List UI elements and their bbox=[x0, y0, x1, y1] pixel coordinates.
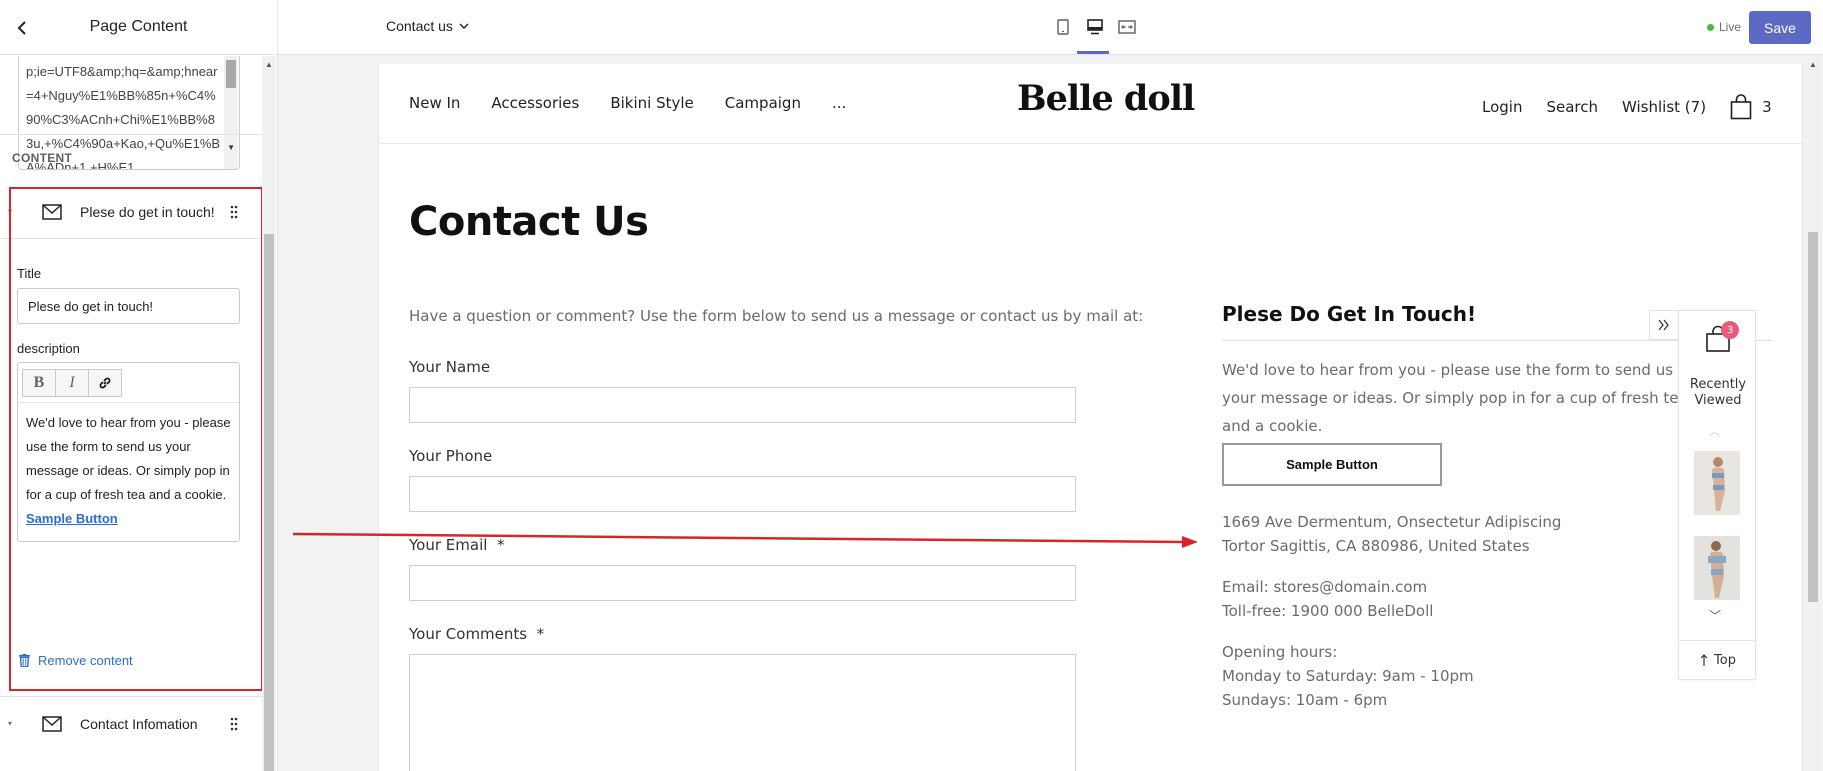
opening-hours-title: Opening hours: bbox=[1222, 643, 1338, 661]
back-to-top-label: Top bbox=[1714, 653, 1736, 668]
sidebar-title: Page Content bbox=[89, 18, 188, 35]
chevron-down-icon[interactable]: ﹀ bbox=[1709, 607, 1721, 624]
opening-hours-sunday: Sundays: 10am - 6pm bbox=[1222, 691, 1388, 709]
recently-viewed-product-thumb[interactable] bbox=[1694, 536, 1740, 600]
drag-handle-icon[interactable] bbox=[230, 717, 238, 731]
content-item-contact-information[interactable]: ▾ Contact Infomation bbox=[0, 696, 262, 750]
phone-field-label: Your Phone bbox=[409, 447, 493, 465]
page-selector-label: Contact us bbox=[386, 18, 453, 34]
recently-viewed-panel: 3 Recently Viewed ︿ ﹀ Top bbox=[1678, 310, 1757, 680]
cart-link[interactable]: 3 bbox=[1730, 94, 1772, 120]
back-button[interactable] bbox=[10, 16, 34, 40]
scroll-up-arrow-icon[interactable]: ▲ bbox=[1809, 60, 1817, 69]
live-status-dot bbox=[1707, 23, 1714, 31]
mail-icon bbox=[42, 715, 62, 732]
content-section-label: CONTENT bbox=[12, 151, 73, 165]
nav-link-accessories[interactable]: Accessories bbox=[491, 94, 579, 112]
sample-button[interactable]: Sample Button bbox=[1222, 443, 1442, 486]
sidebar-scroll-thumb[interactable] bbox=[264, 234, 274, 771]
sidebar-header: Page Content bbox=[0, 0, 277, 55]
page-heading: Contact Us bbox=[409, 199, 649, 245]
get-in-touch-heading: Plese Do Get In Touch! bbox=[1222, 302, 1477, 326]
textarea-scroll-thumb[interactable] bbox=[226, 60, 236, 88]
live-status: Live bbox=[1707, 20, 1741, 34]
opening-hours-weekdays: Monday to Saturday: 9am - 10pm bbox=[1222, 667, 1474, 685]
highlight-annotation-box bbox=[9, 187, 263, 691]
nav-link-new-in[interactable]: New In bbox=[409, 94, 460, 112]
contact-tollfree: Toll-free: 1900 000 BelleDoll bbox=[1222, 602, 1434, 620]
email-field-label: Your Email * bbox=[409, 536, 505, 554]
chevron-down-icon bbox=[459, 23, 469, 29]
brand-logo[interactable]: Belle doll bbox=[1017, 78, 1195, 119]
nav-link-more[interactable]: ... bbox=[832, 94, 846, 112]
product-image bbox=[1694, 451, 1740, 515]
page-selector[interactable]: Contact us bbox=[386, 18, 469, 34]
comments-field-label: Your Comments * bbox=[409, 625, 545, 643]
chevron-up-icon[interactable]: ︿ bbox=[1709, 423, 1720, 439]
mobile-view-icon bbox=[1057, 19, 1069, 35]
search-link[interactable]: Search bbox=[1546, 98, 1598, 116]
active-view-indicator bbox=[1077, 51, 1109, 54]
arrow-up-icon bbox=[1700, 654, 1708, 666]
recently-viewed-collapse-button[interactable] bbox=[1649, 310, 1679, 340]
double-chevron-right-icon bbox=[1658, 319, 1669, 331]
contact-email: Email: stores@domain.com bbox=[1222, 578, 1428, 596]
fullwidth-view-icon bbox=[1118, 20, 1136, 34]
textarea-scroll-down[interactable]: ▼ bbox=[227, 136, 235, 160]
back-to-top-button[interactable]: Top bbox=[1679, 640, 1757, 680]
fullwidth-view-button[interactable] bbox=[1117, 17, 1137, 37]
sidebar-scrollbar[interactable]: ▲ bbox=[262, 56, 276, 771]
store-preview: New In Accessories Bikini Style Campaign… bbox=[378, 64, 1803, 771]
name-input[interactable] bbox=[409, 387, 1076, 423]
address-line-1: 1669 Ave Dermentum, Onsectetur Adipiscin… bbox=[1222, 513, 1562, 531]
login-link[interactable]: Login bbox=[1482, 98, 1522, 116]
mobile-view-button[interactable] bbox=[1053, 17, 1073, 37]
editor-sidebar: Page Content p;ie=UTF8&amp;hq=&amp;hnear… bbox=[0, 0, 278, 771]
editor-topbar: Contact us Live Save bbox=[278, 0, 1823, 55]
get-in-touch-description: We'd love to hear from you - please use … bbox=[1222, 361, 1688, 435]
cart-count-badge: 3 bbox=[1721, 321, 1739, 339]
content-item-label: Contact Infomation bbox=[80, 715, 198, 732]
canvas-scroll-thumb[interactable] bbox=[1808, 232, 1818, 602]
desktop-view-icon bbox=[1087, 19, 1103, 35]
email-input[interactable] bbox=[409, 565, 1076, 601]
cart-count: 3 bbox=[1762, 98, 1772, 116]
comments-textarea[interactable] bbox=[409, 654, 1076, 771]
desktop-view-button[interactable] bbox=[1085, 17, 1105, 37]
recently-viewed-title: Recently Viewed bbox=[1689, 377, 1747, 408]
scroll-up-arrow-icon[interactable]: ▲ bbox=[265, 60, 273, 69]
preview-canvas: New In Accessories Bikini Style Campaign… bbox=[278, 56, 1823, 771]
divider bbox=[0, 134, 262, 135]
chevron-left-icon bbox=[17, 21, 26, 35]
nav-link-campaign[interactable]: Campaign bbox=[725, 94, 801, 112]
phone-input[interactable] bbox=[409, 476, 1076, 512]
live-status-label: Live bbox=[1719, 20, 1742, 34]
store-header: New In Accessories Bikini Style Campaign… bbox=[379, 64, 1802, 144]
address-line-2: Tortor Sagittis, CA 880986, United State… bbox=[1222, 537, 1530, 555]
name-field-label: Your Name bbox=[409, 358, 491, 376]
collapse-caret-icon[interactable]: ▾ bbox=[8, 719, 12, 728]
shopping-bag-icon bbox=[1730, 94, 1752, 120]
recently-viewed-product-thumb[interactable] bbox=[1694, 451, 1740, 515]
store-account-nav: Login Search Wishlist (7) 3 bbox=[1482, 94, 1772, 120]
save-button[interactable]: Save bbox=[1749, 11, 1811, 44]
canvas-scrollbar[interactable]: ▲ bbox=[1805, 56, 1821, 771]
intro-text: Have a question or comment? Use the form… bbox=[409, 307, 1144, 325]
store-main-nav: New In Accessories Bikini Style Campaign… bbox=[409, 94, 846, 112]
view-mode-switcher bbox=[1053, 17, 1137, 37]
wishlist-link[interactable]: Wishlist (7) bbox=[1622, 98, 1706, 116]
nav-link-bikini-style[interactable]: Bikini Style bbox=[610, 94, 693, 112]
product-image bbox=[1694, 536, 1740, 600]
